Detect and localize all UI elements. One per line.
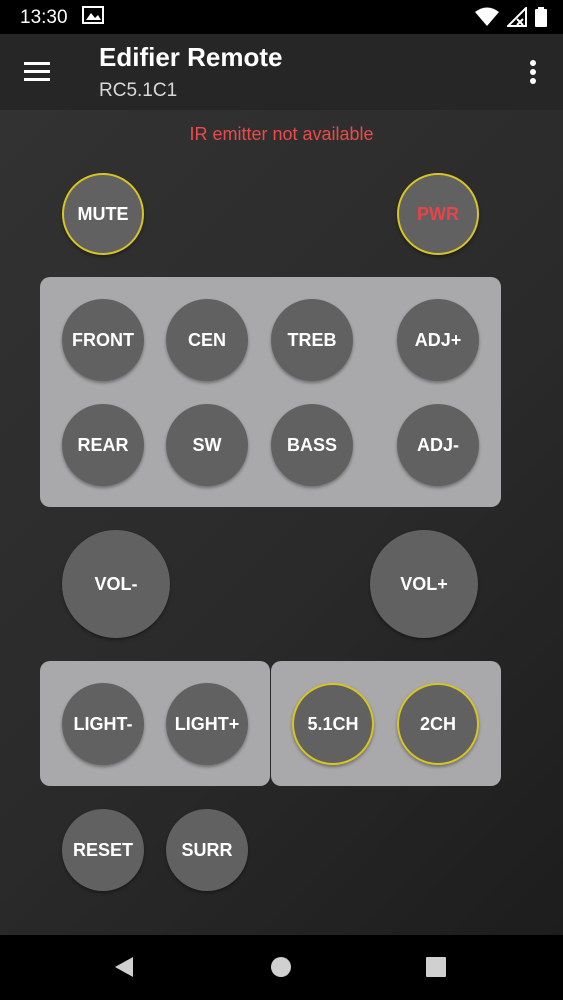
ir-warning-text: IR emitter not available: [189, 124, 374, 144]
remote-content: IR emitter not available MUTE PWR FRONT …: [0, 110, 563, 935]
mode-5-1ch-button[interactable]: 5.1CH: [292, 683, 374, 765]
volume-up-button[interactable]: VOL+: [370, 530, 478, 638]
notification-image-icon: [82, 6, 104, 24]
app-title: Edifier Remote: [99, 42, 283, 72]
center-button[interactable]: CEN: [166, 299, 248, 381]
subwoofer-button[interactable]: SW: [166, 404, 248, 486]
hamburger-menu-icon[interactable]: [22, 56, 54, 88]
mode-2ch-button[interactable]: 2CH: [397, 683, 479, 765]
mute-button[interactable]: MUTE: [62, 173, 144, 255]
volume-down-button[interactable]: VOL-: [62, 530, 170, 638]
recents-square-icon[interactable]: [425, 955, 447, 979]
rear-button[interactable]: REAR: [62, 404, 144, 486]
status-icons: [475, 6, 547, 28]
light-up-button[interactable]: LIGHT+: [166, 683, 248, 765]
battery-icon: [535, 7, 547, 27]
surround-button[interactable]: SURR: [166, 809, 248, 891]
status-time: 13:30: [20, 7, 68, 28]
light-down-button[interactable]: LIGHT-: [62, 683, 144, 765]
treble-button[interactable]: TREB: [271, 299, 353, 381]
navigation-bar: [0, 935, 563, 1000]
home-circle-icon[interactable]: [270, 955, 292, 979]
overflow-menu-icon[interactable]: [521, 56, 545, 88]
app-bar: Edifier Remote RC5.1C1: [0, 34, 563, 110]
power-button[interactable]: PWR: [397, 173, 479, 255]
back-triangle-icon[interactable]: [113, 955, 135, 979]
app-subtitle: RC5.1C1: [99, 80, 178, 101]
signal-icon: [507, 7, 527, 27]
adjust-minus-button[interactable]: ADJ-: [397, 404, 479, 486]
wifi-icon: [475, 7, 499, 26]
reset-button[interactable]: RESET: [62, 809, 144, 891]
status-bar: 13:30: [0, 0, 563, 34]
front-button[interactable]: FRONT: [62, 299, 144, 381]
adjust-plus-button[interactable]: ADJ+: [397, 299, 479, 381]
bass-button[interactable]: BASS: [271, 404, 353, 486]
